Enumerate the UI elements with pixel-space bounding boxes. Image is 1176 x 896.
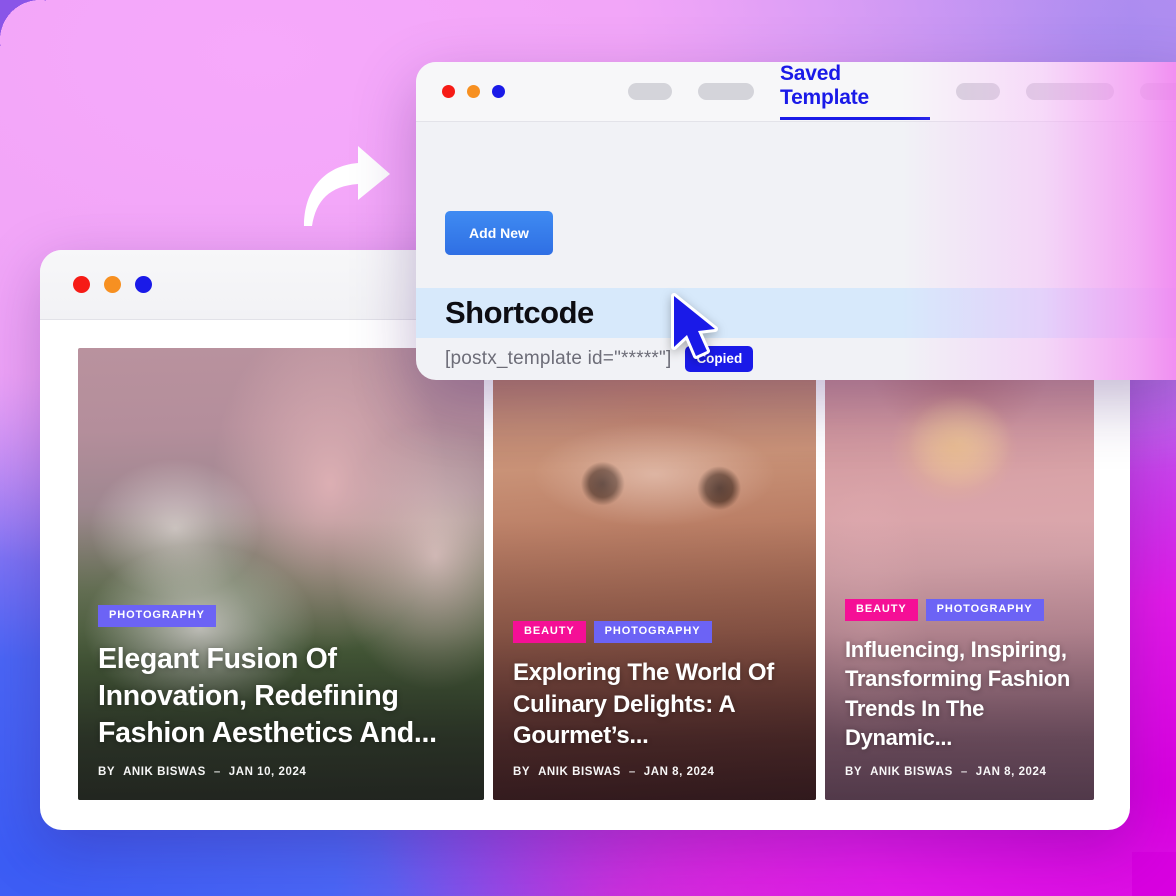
post-card[interactable]: PHOTOGRAPHY Elegant Fusion Of Innovation… — [78, 348, 484, 800]
saved-template-body: Add New Shortcode [postx_template id="**… — [416, 122, 1176, 380]
post-meta-separator: – — [213, 766, 221, 778]
maximize-button-icon[interactable] — [135, 276, 152, 293]
post-tag[interactable]: PHOTOGRAPHY — [593, 620, 712, 643]
post-tag[interactable]: BEAUTY — [513, 620, 586, 643]
maximize-button-icon[interactable] — [492, 85, 505, 98]
post-date: JAN 8, 2024 — [643, 766, 715, 778]
shortcode-section-header: Shortcode — [416, 288, 1176, 338]
nav-placeholder-group-right — [956, 83, 1176, 100]
post-card-content: PHOTOGRAPHY Elegant Fusion Of Innovation… — [78, 604, 484, 800]
post-tag-list: BEAUTY PHOTOGRAPHY — [845, 599, 1074, 621]
background-corner-top-left — [0, 0, 46, 46]
post-card[interactable]: BEAUTY PHOTOGRAPHY Influencing, Inspirin… — [825, 348, 1094, 800]
nav-placeholder-item[interactable] — [1140, 83, 1176, 100]
close-button-icon[interactable] — [73, 276, 90, 293]
window-controls — [442, 85, 505, 98]
post-card[interactable]: BEAUTY PHOTOGRAPHY Exploring The World O… — [493, 348, 816, 800]
screenshot-stage: PHOTOGRAPHY Elegant Fusion Of Innovation… — [0, 0, 1176, 896]
tab-saved-template[interactable]: Saved Template — [780, 62, 930, 122]
add-new-button[interactable]: Add New — [445, 211, 553, 255]
post-meta: BY ANIK BISWAS – JAN 10, 2024 — [98, 766, 464, 778]
post-by-prefix: BY — [513, 766, 531, 778]
post-date: JAN 8, 2024 — [975, 766, 1047, 778]
minimize-button-icon[interactable] — [104, 276, 121, 293]
preview-window-controls — [73, 276, 152, 293]
post-title[interactable]: Elegant Fusion Of Innovation, Redefining… — [98, 641, 464, 752]
background-corner-bottom-right — [1132, 852, 1176, 896]
post-tag-list: PHOTOGRAPHY — [98, 604, 464, 627]
post-title[interactable]: Influencing, Inspiring, Transforming Fas… — [845, 635, 1074, 752]
post-grid: PHOTOGRAPHY Elegant Fusion Of Innovation… — [40, 320, 1130, 828]
nav-placeholder-item[interactable] — [698, 83, 754, 100]
shortcode-value[interactable]: [postx_template id="*****"] — [445, 348, 671, 370]
nav-placeholder-group-left — [628, 83, 754, 100]
post-meta: BY ANIK BISWAS – JAN 8, 2024 — [513, 766, 796, 778]
mouse-pointer-icon — [671, 293, 718, 359]
post-meta-separator: – — [628, 766, 636, 778]
post-by-prefix: BY — [98, 766, 116, 778]
saved-template-window: Saved Template Add New Shortcode [postx_… — [416, 62, 1176, 380]
nav-placeholder-item[interactable] — [1026, 83, 1114, 100]
nav-placeholder-item[interactable] — [956, 83, 1000, 100]
post-tag[interactable]: PHOTOGRAPHY — [98, 604, 216, 627]
post-card-content: BEAUTY PHOTOGRAPHY Influencing, Inspirin… — [825, 599, 1094, 800]
post-tag[interactable]: BEAUTY — [845, 599, 918, 621]
post-tag-list: BEAUTY PHOTOGRAPHY — [513, 620, 796, 643]
post-meta: BY ANIK BISWAS – JAN 8, 2024 — [845, 766, 1074, 778]
post-meta-separator: – — [960, 766, 968, 778]
curved-arrow-right-icon — [304, 146, 390, 226]
post-title[interactable]: Exploring The World Of Culinary Delights… — [513, 657, 796, 752]
minimize-button-icon[interactable] — [467, 85, 480, 98]
post-author[interactable]: ANIK BISWAS — [870, 766, 953, 778]
post-date: JAN 10, 2024 — [228, 766, 307, 778]
post-author[interactable]: ANIK BISWAS — [538, 766, 621, 778]
shortcode-heading: Shortcode — [445, 295, 594, 330]
nav-placeholder-item[interactable] — [628, 83, 672, 100]
close-button-icon[interactable] — [442, 85, 455, 98]
post-tag[interactable]: PHOTOGRAPHY — [925, 599, 1044, 621]
shortcode-value-row: [postx_template id="*****"] Copied — [416, 338, 1176, 380]
post-card-content: BEAUTY PHOTOGRAPHY Exploring The World O… — [493, 620, 816, 800]
post-author[interactable]: ANIK BISWAS — [123, 766, 206, 778]
post-by-prefix: BY — [845, 766, 863, 778]
saved-template-topbar: Saved Template — [416, 62, 1176, 122]
